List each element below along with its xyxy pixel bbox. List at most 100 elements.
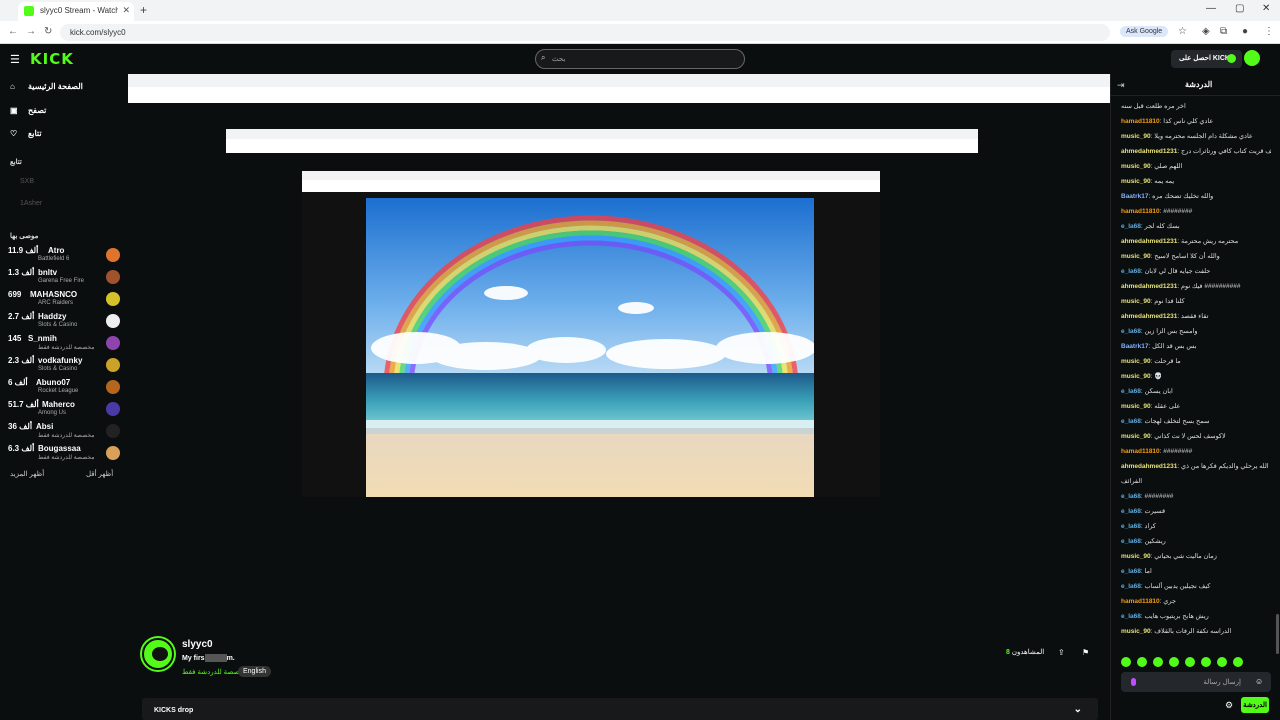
back-icon[interactable]: ← [8, 26, 18, 37]
bookmark-star-icon[interactable]: ☆ [1178, 26, 1187, 37]
collapse-chat-icon[interactable]: ⇥ [1117, 80, 1125, 91]
close-tab-icon[interactable]: ✕ [122, 5, 130, 16]
url-field[interactable]: kick.com/slyyc0 [60, 24, 1110, 41]
chat-username[interactable]: hamad11810 [1121, 208, 1160, 215]
chat-username[interactable]: e_la68 [1121, 508, 1141, 515]
nav-home[interactable]: ⌂ الصفحة الرئيسية [10, 82, 83, 91]
chat-username[interactable]: music_90 [1121, 178, 1151, 185]
channel-name[interactable]: slyyc0 [182, 639, 213, 650]
chat-send-button[interactable]: الدردشة [1241, 697, 1269, 713]
search-input[interactable]: بحث [535, 49, 745, 69]
recommended-channel[interactable]: 51.7 ألف Maherco Among Us [8, 400, 120, 420]
chat-username[interactable]: e_la68 [1121, 328, 1141, 335]
recommended-channel[interactable]: 2.7 ألف Haddzy Slots & Casino [8, 312, 120, 332]
followed-channel[interactable]: 1Asher [20, 200, 42, 207]
recommended-channel[interactable]: 11.9 ألف Atro Battlefield 6 [8, 246, 120, 266]
nav-following[interactable]: ♡ تتابع [10, 129, 42, 138]
chat-message: e_la68: ######## [1121, 492, 1271, 501]
emoji-icon[interactable]: ☺ [1255, 677, 1263, 686]
followed-channel[interactable]: SXB [20, 178, 34, 185]
maximize-icon[interactable]: ▢ [1235, 3, 1244, 14]
chat-username[interactable]: e_la68 [1121, 223, 1141, 230]
recommended-channel[interactable]: 6 ألف Abuno07 Rocket League [8, 378, 120, 398]
emote-icon[interactable] [1217, 657, 1227, 667]
kick-logo[interactable]: KICK [30, 50, 74, 68]
nav-browse[interactable]: ▣ تصفح [10, 106, 46, 115]
chat-username[interactable]: music_90 [1121, 628, 1151, 635]
language-badge[interactable]: English [238, 666, 271, 677]
emote-icon[interactable] [1137, 657, 1147, 667]
beach-rainbow-svg [366, 198, 814, 497]
chat-username[interactable]: Baatrk17 [1121, 193, 1148, 200]
recommended-channel[interactable]: 1.3 ألف bnltv Garena Free Fire [8, 268, 120, 288]
emote-icon[interactable] [1201, 657, 1211, 667]
emote-icon[interactable] [1185, 657, 1195, 667]
recommended-channel[interactable]: 6.3 ألف Bougassaa مخصصة للدردشة فقط [8, 444, 120, 464]
user-avatar[interactable] [1244, 50, 1260, 66]
emote-icon[interactable] [1153, 657, 1163, 667]
chat-username[interactable]: music_90 [1121, 163, 1151, 170]
reload-icon[interactable]: ↻ [44, 26, 52, 37]
chat-username[interactable]: ahmedahmed1231 [1121, 238, 1177, 245]
menu-dots-icon[interactable]: ⋮ [1264, 26, 1274, 37]
search-icon: ⌕ [541, 53, 546, 62]
browser-tab[interactable]: slyyc0 Stream - Watch Live on Kick ✕ [18, 2, 134, 21]
chat-username[interactable]: e_la68 [1121, 568, 1141, 575]
chat-username[interactable]: e_la68 [1121, 268, 1141, 275]
chat-username[interactable]: e_la68 [1121, 583, 1141, 590]
chat-username[interactable]: music_90 [1121, 433, 1151, 440]
recommended-channel[interactable]: 145 S_nmih مخصصة للدردشة فقط [8, 334, 120, 354]
new-tab-icon[interactable]: + [140, 3, 147, 17]
chat-username[interactable]: e_la68 [1121, 418, 1141, 425]
extension-icon[interactable]: ◈ [1202, 26, 1210, 37]
chat-username[interactable]: music_90 [1121, 373, 1151, 380]
chat-username[interactable]: e_la68 [1121, 523, 1141, 530]
gear-icon[interactable]: ⚙ [1225, 700, 1233, 711]
chat-username[interactable]: Baatrk17 [1121, 343, 1148, 350]
chat-username[interactable]: ahmedahmed1231 [1121, 283, 1177, 290]
emote-icon[interactable] [1121, 657, 1131, 667]
chat-username[interactable]: music_90 [1121, 358, 1151, 365]
profile-icon[interactable]: ● [1242, 26, 1248, 37]
minimize-icon[interactable]: — [1206, 3, 1216, 14]
chat-username[interactable]: music_90 [1121, 553, 1151, 560]
chat-username[interactable]: hamad11810 [1121, 118, 1160, 125]
ask-google-button[interactable]: Ask Google [1120, 26, 1169, 37]
chevron-down-icon[interactable]: ⌄ [1074, 704, 1082, 715]
show-more-link[interactable]: أظهر المزيد [10, 470, 44, 478]
close-window-icon[interactable]: ✕ [1262, 3, 1270, 14]
share-icon[interactable]: ⇪ [1058, 648, 1065, 657]
chat-username[interactable]: e_la68 [1121, 493, 1141, 500]
forward-icon[interactable]: → [26, 26, 36, 37]
chat-username[interactable]: e_la68 [1121, 388, 1141, 395]
channel-avatar[interactable] [142, 638, 174, 670]
show-less-link[interactable]: أظهر أقل [86, 470, 113, 478]
chat-username[interactable]: e_la68 [1121, 538, 1141, 545]
emote-icon[interactable] [1233, 657, 1243, 667]
chat-message-text: : تقاء فقصد [1177, 313, 1209, 320]
chat-username[interactable]: music_90 [1121, 133, 1151, 140]
chat-username[interactable]: music_90 [1121, 403, 1151, 410]
chat-username[interactable]: hamad11810 [1121, 598, 1160, 605]
chat-message: music_90: 💀 [1121, 372, 1271, 381]
puzzle-icon[interactable]: ⧉ [1220, 26, 1227, 37]
chat-username[interactable]: ahmedahmed1231 [1121, 463, 1177, 470]
chat-username[interactable]: ahmedahmed1231 [1121, 313, 1177, 320]
report-icon[interactable]: ⚑ [1082, 648, 1089, 657]
emote-icon[interactable] [1169, 657, 1179, 667]
chat-username[interactable]: ahmedahmed1231 [1121, 148, 1177, 155]
kicks-drop-panel[interactable]: KICKS drop ⌄ [142, 698, 1098, 720]
chat-username[interactable]: music_90 [1121, 253, 1151, 260]
chat-username[interactable]: hamad11810 [1121, 448, 1160, 455]
chat-input[interactable]: إرسال رسالة [1121, 672, 1271, 692]
chat-username[interactable]: music_90 [1121, 298, 1151, 305]
recommended-channel[interactable]: 2.3 ألف vodkafunky Slots & Casino [8, 356, 120, 376]
recommended-channel[interactable]: 36 ألف Absi مخصصة للدردشة فقط [8, 422, 120, 442]
home-icon: ⌂ [10, 82, 15, 91]
mic-icon[interactable] [1131, 678, 1136, 686]
recommended-channel[interactable]: 699 MAHASNCO ARC Raiders [8, 290, 120, 310]
chat-scrollbar[interactable] [1276, 614, 1279, 654]
chat-message: e_la68: بسك كله لجر [1121, 222, 1271, 231]
chat-username[interactable]: e_la68 [1121, 613, 1141, 620]
hamburger-menu-icon[interactable]: ☰ [10, 53, 20, 66]
